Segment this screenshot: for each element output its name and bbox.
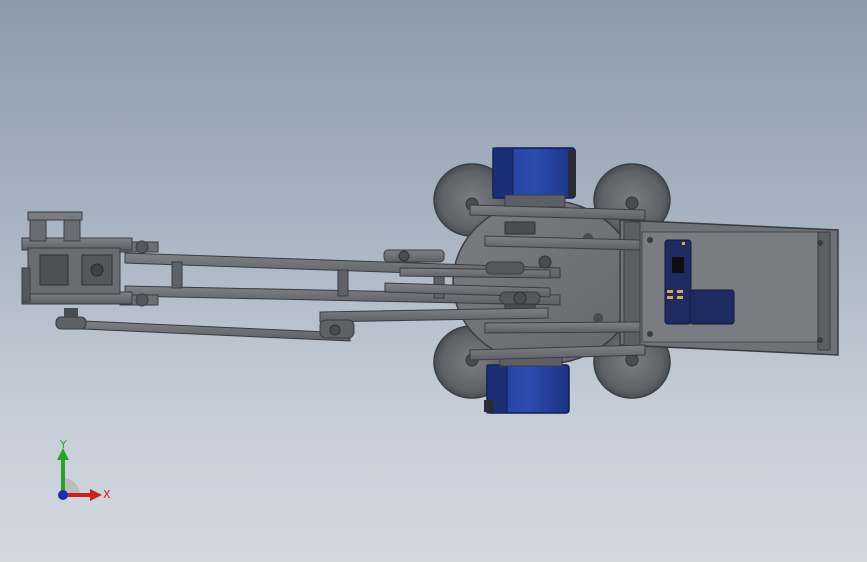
- orientation-triad[interactable]: Y X: [40, 440, 120, 510]
- x-axis-arrow-icon: [90, 489, 102, 501]
- electronics-box: [619, 219, 839, 356]
- x-axis-label: X: [103, 488, 111, 501]
- cad-viewport[interactable]: Y X: [0, 0, 867, 562]
- driver-board: [689, 289, 735, 325]
- base-plate: [452, 199, 638, 365]
- motor-top: [492, 147, 576, 208]
- robot-arm-model[interactable]: [0, 0, 867, 562]
- z-axis-dot-icon: [58, 490, 68, 500]
- controller-board: [664, 239, 692, 325]
- lower-arm-link: [55, 308, 355, 342]
- y-axis-label: Y: [59, 440, 67, 451]
